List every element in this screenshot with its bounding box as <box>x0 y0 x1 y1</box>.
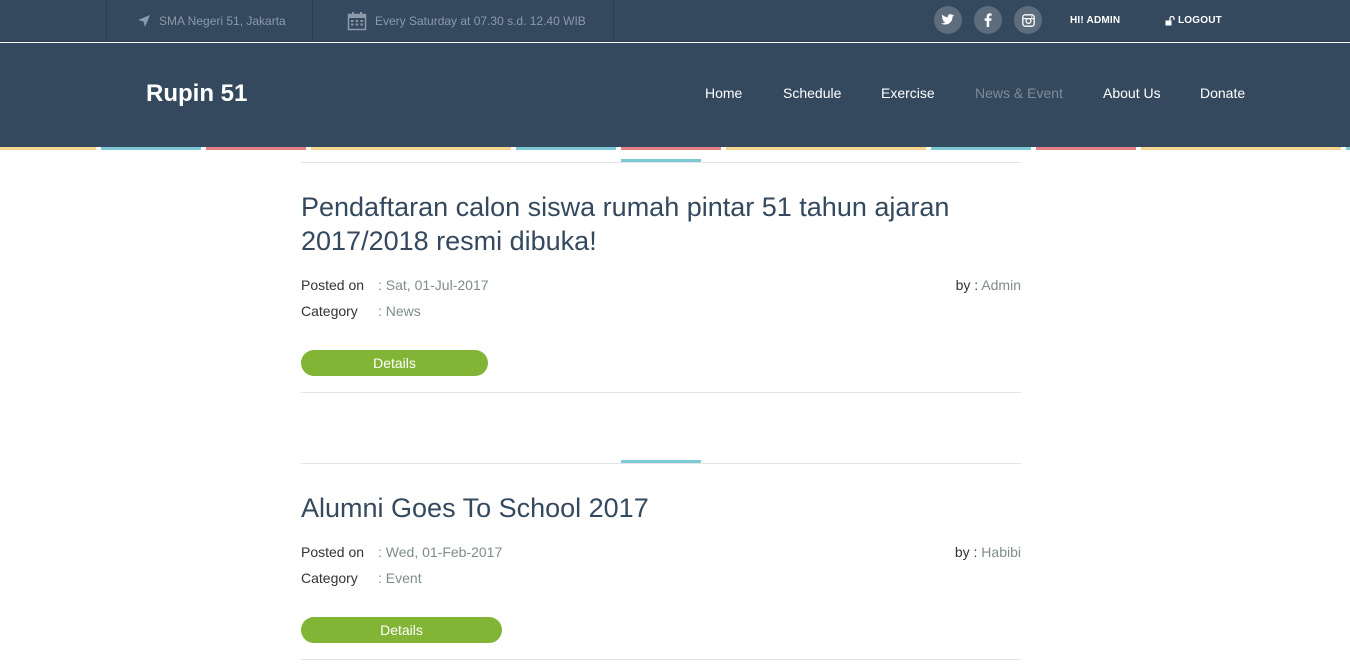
logout-label: LOGOUT <box>1178 15 1222 26</box>
stripe-segment <box>101 147 201 150</box>
nav-news-event[interactable]: News & Event <box>975 85 1063 101</box>
nav-exercise[interactable]: Exercise <box>881 85 935 101</box>
post-author: by : Admin <box>956 277 1021 293</box>
nav-schedule[interactable]: Schedule <box>783 85 841 101</box>
posted-on-label: Posted on <box>301 544 365 560</box>
post-title[interactable]: Alumni Goes To School 2017 <box>301 491 1021 525</box>
post-divider <box>301 463 1021 464</box>
category-label: Category <box>301 570 358 586</box>
stripe-segment <box>311 147 511 150</box>
twitter-icon[interactable] <box>934 6 962 34</box>
post-accent-bar <box>621 460 701 463</box>
schedule-text: Every Saturday at 07.30 s.d. 12.40 WIB <box>375 14 586 28</box>
location-info: SMA Negeri 51, Jakarta <box>106 0 313 42</box>
post-divider <box>301 162 1021 163</box>
stripe-segment <box>206 147 306 150</box>
posted-on-value: : Sat, 01-Jul-2017 <box>378 277 489 293</box>
facebook-icon[interactable] <box>974 6 1002 34</box>
brand-logo[interactable]: Rupin 51 <box>146 80 247 108</box>
posted-on-value: : Wed, 01-Feb-2017 <box>378 544 503 560</box>
user-greeting-label: HI! ADMIN <box>1070 15 1121 26</box>
post-divider <box>301 659 1021 660</box>
nav-donate[interactable]: Donate <box>1200 85 1245 101</box>
calendar-icon <box>347 12 367 31</box>
stripe-segment <box>621 147 721 150</box>
nav-about-us[interactable]: About Us <box>1103 85 1161 101</box>
post-author: by : Habibi <box>955 544 1021 560</box>
details-button[interactable]: Details <box>301 350 488 376</box>
post-accent-bar <box>621 159 701 162</box>
nav-home[interactable]: Home <box>705 85 742 101</box>
stripe-segment <box>0 147 96 150</box>
logout-link[interactable]: LOGOUT <box>1165 15 1222 26</box>
author-label: by : <box>954 544 982 560</box>
top-bar: SMA Negeri 51, Jakarta Every Saturday at… <box>0 0 1350 42</box>
author-label: by : <box>955 277 982 293</box>
stripe-segment <box>1346 147 1350 150</box>
unlock-icon <box>1165 15 1175 25</box>
author-value: Admin <box>981 277 1021 293</box>
stripe-segment <box>516 147 616 150</box>
category-label: Category <box>301 303 358 319</box>
category-value: : News <box>378 303 421 319</box>
location-text: SMA Negeri 51, Jakarta <box>159 14 286 28</box>
details-button[interactable]: Details <box>301 617 502 643</box>
post-divider <box>301 392 1021 393</box>
posted-on-label: Posted on <box>301 277 365 293</box>
main-header: Rupin 51 Home Schedule Exercise News & E… <box>0 43 1350 147</box>
stripe-segment <box>931 147 1031 150</box>
post-title[interactable]: Pendaftaran calon siswa rumah pintar 51 … <box>301 190 1021 258</box>
stripe-segment <box>1036 147 1136 150</box>
schedule-info: Every Saturday at 07.30 s.d. 12.40 WIB <box>313 0 614 42</box>
location-arrow-icon <box>138 15 150 27</box>
author-value: Habibi <box>981 544 1021 560</box>
stripe-segment <box>726 147 926 150</box>
category-value: : Event <box>378 570 422 586</box>
instagram-icon[interactable] <box>1014 6 1042 34</box>
user-greeting-link[interactable]: HI! ADMIN <box>1070 15 1120 26</box>
stripe-segment <box>1141 147 1341 150</box>
